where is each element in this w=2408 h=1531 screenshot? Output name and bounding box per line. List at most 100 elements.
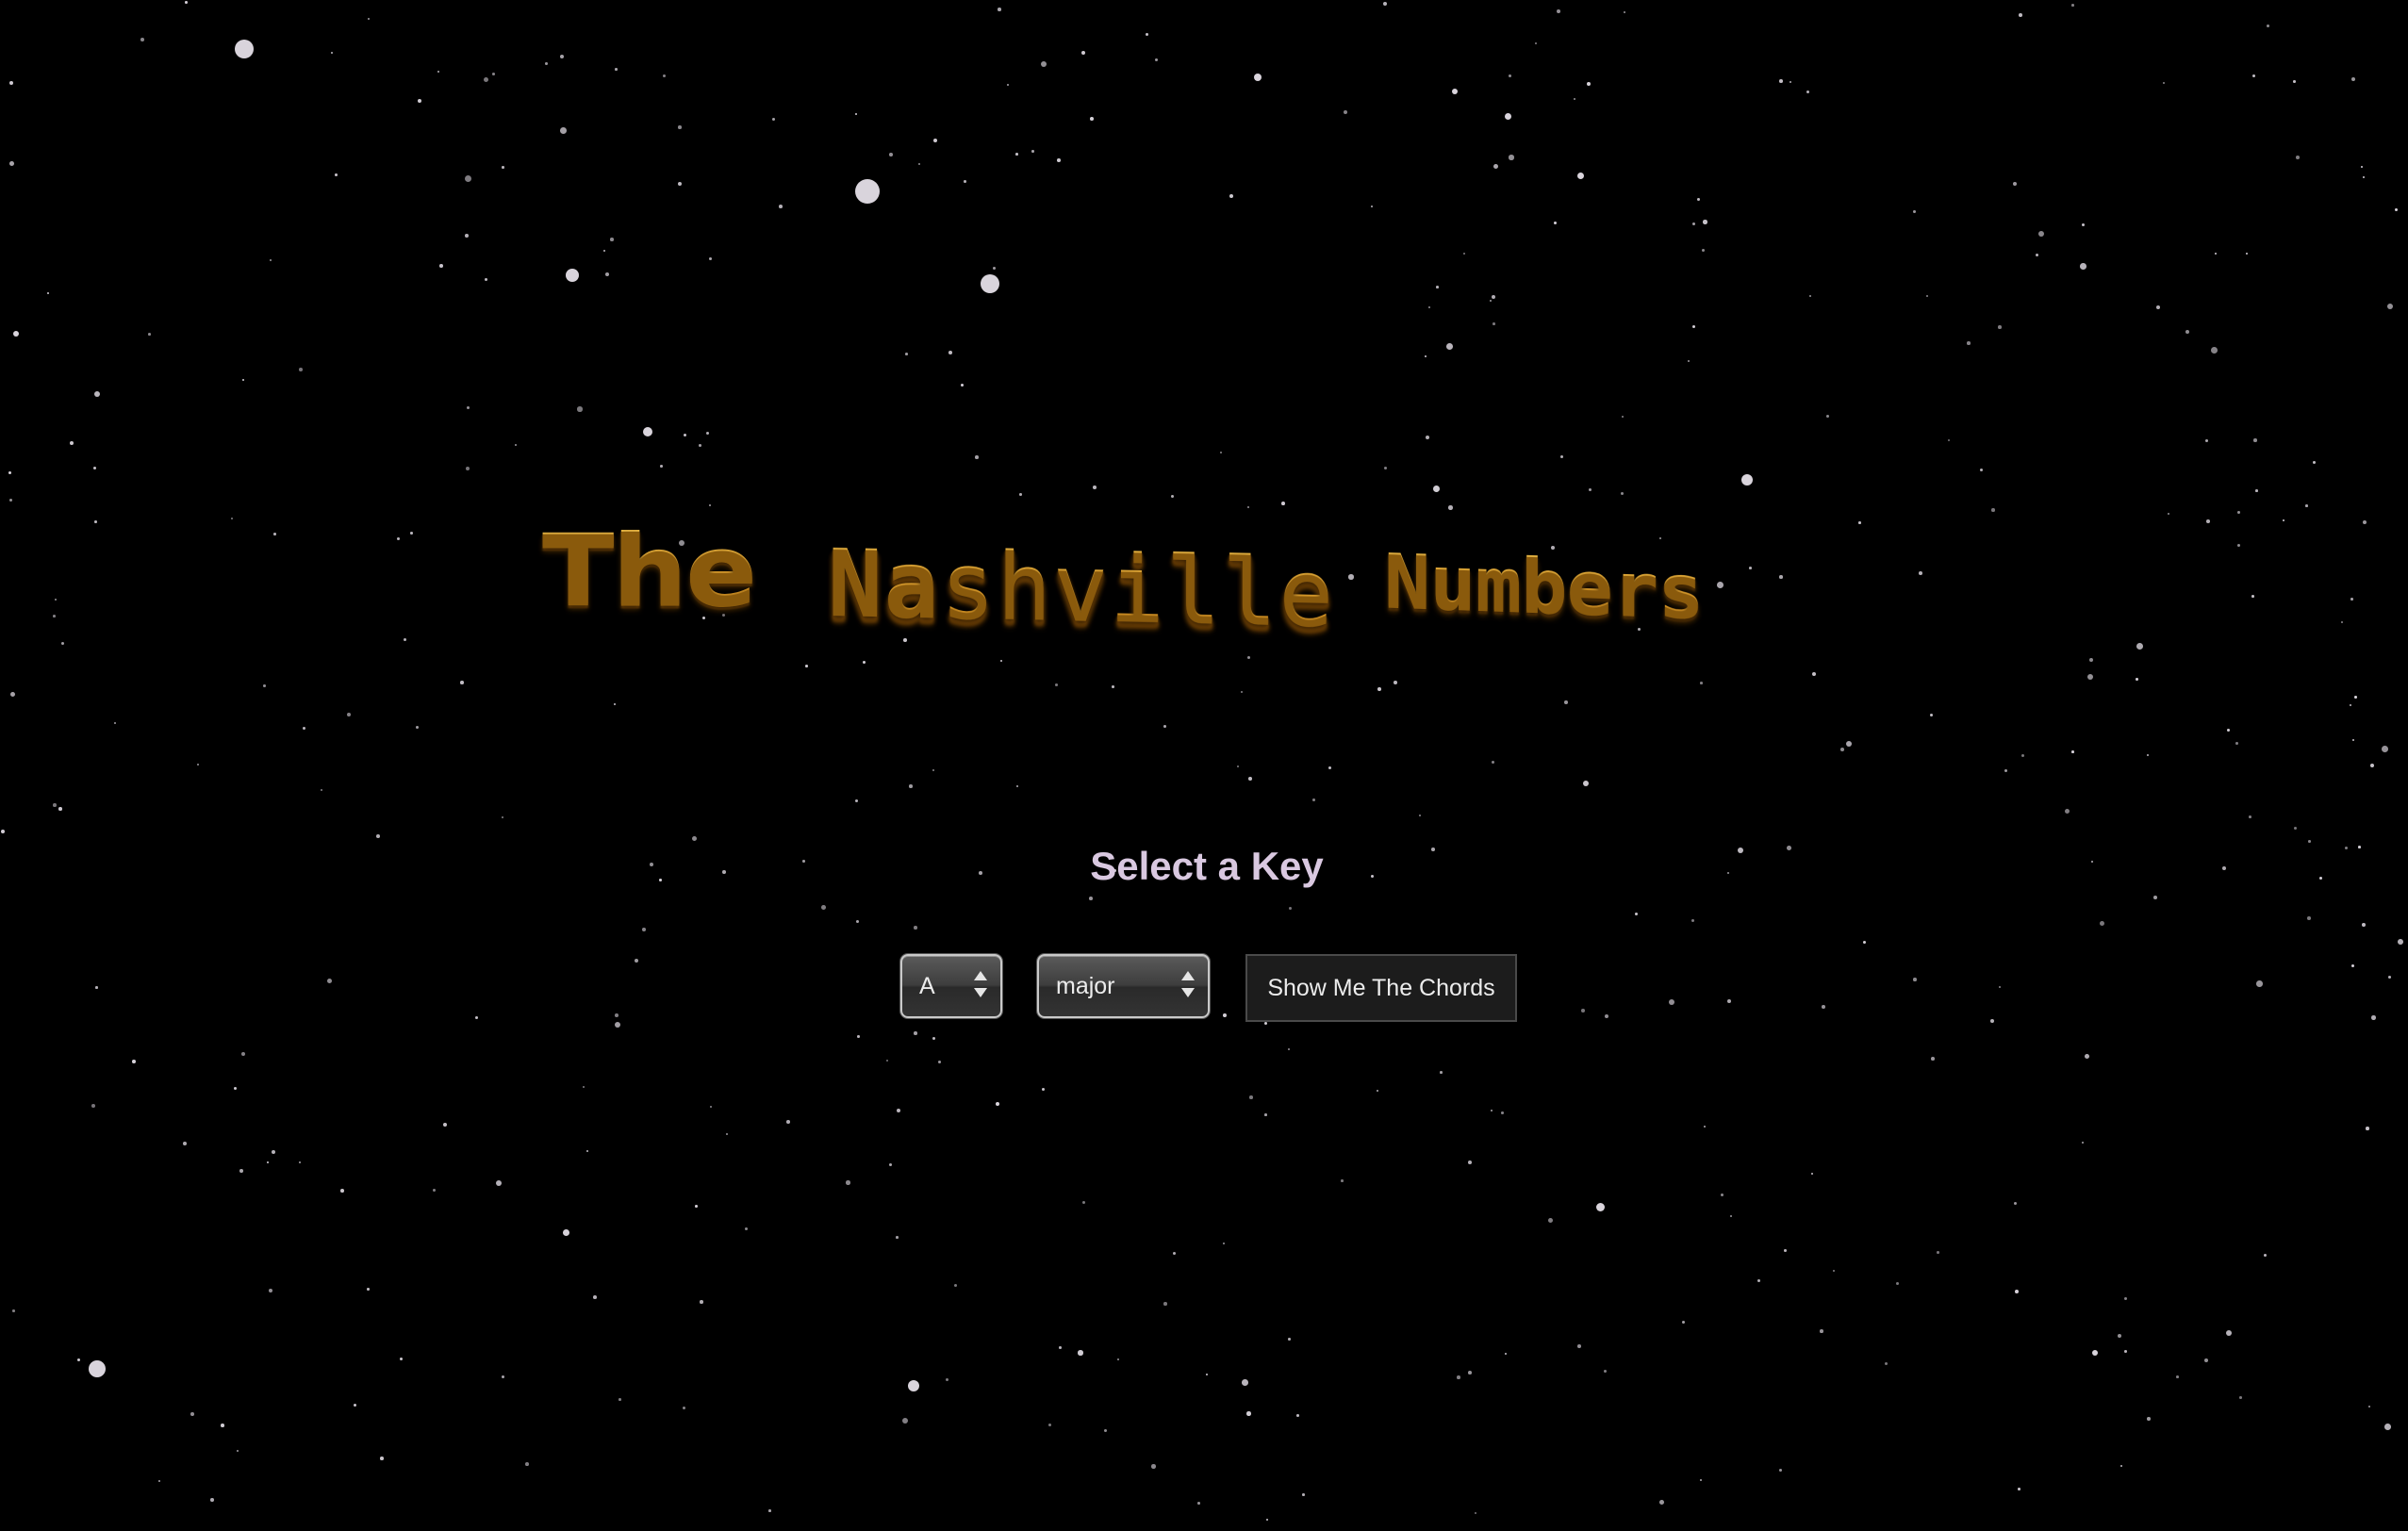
star [695,1205,698,1208]
star [2124,1297,2128,1301]
star [905,353,908,355]
star [2308,840,2311,843]
star [1635,913,1638,915]
star [659,879,662,881]
star [1779,1469,1783,1473]
star [95,986,98,989]
star [460,681,464,684]
star [1885,1362,1888,1366]
star [2345,847,2348,849]
star [1990,1019,1994,1023]
star [418,99,422,104]
star [1926,295,1929,298]
star [1743,477,1746,480]
star [2176,1375,2179,1378]
star [12,1309,15,1312]
star [2384,1424,2391,1430]
star [502,816,504,819]
star [2351,77,2355,81]
star [560,55,565,59]
star [897,1109,900,1112]
star [914,1031,917,1035]
star [889,1163,893,1167]
key-select[interactable]: A [900,954,1002,1018]
mode-select[interactable]: major [1037,954,1210,1018]
star [2036,254,2039,257]
star [496,1180,503,1187]
title-word-numbers: Numbers [1384,538,1704,635]
star [231,518,234,520]
star [2227,729,2230,732]
star [2124,1350,2127,1353]
star [1048,1424,1052,1427]
star [896,1236,899,1239]
star [545,62,548,65]
star [1505,1353,1508,1356]
star [2004,769,2008,773]
star [1574,98,1576,101]
star [185,1,188,4]
star [2264,1254,2268,1258]
star [1163,725,1166,728]
star [1031,150,1034,153]
star [1577,1344,1581,1348]
star [1463,253,1466,255]
star [2222,866,2226,870]
star [2382,746,2388,752]
star [2092,1350,2098,1356]
star [577,406,583,412]
star [1998,325,2002,329]
star [1930,714,1934,717]
star [9,81,14,86]
star [1809,295,1812,298]
star [1247,506,1250,509]
show-chords-button[interactable]: Show Me The Chords [1245,954,1517,1022]
star [1490,300,1492,302]
star [2185,330,2189,334]
star [2341,621,2344,624]
star [1288,1048,1291,1051]
star [502,1375,505,1379]
star [2249,815,2251,818]
star [1078,1350,1083,1356]
star [1560,455,1564,459]
star [1622,416,1625,419]
star [1173,1252,1177,1256]
star [2307,916,2311,920]
star [1913,210,1916,213]
star [1440,1071,1443,1074]
star [1846,741,1853,748]
star [855,799,859,803]
star [979,871,982,875]
star [1344,110,1347,114]
star [615,68,618,71]
page-title: The Nashville Numbers [542,514,1704,646]
star [605,272,609,276]
star [593,1295,597,1299]
star [1624,11,1626,14]
star [1468,1371,1472,1375]
star [443,1123,447,1127]
star [1246,1411,1251,1416]
star [2358,846,2361,848]
star [2153,896,2157,899]
star [2215,253,2218,255]
star [234,1087,238,1091]
star [492,73,495,75]
star [1296,1414,1299,1417]
star [525,1462,529,1466]
star [2370,764,2374,767]
star [2013,182,2017,186]
star [1717,582,1724,588]
star [1171,495,1175,499]
star [2293,80,2296,83]
star [615,1013,618,1017]
star [335,173,338,176]
star [1428,306,1431,309]
star [1055,683,1058,686]
star [1264,1113,1267,1116]
star [1254,74,1262,81]
star [2296,156,2300,159]
title-word-the: The [542,514,757,628]
star [1692,325,1696,329]
